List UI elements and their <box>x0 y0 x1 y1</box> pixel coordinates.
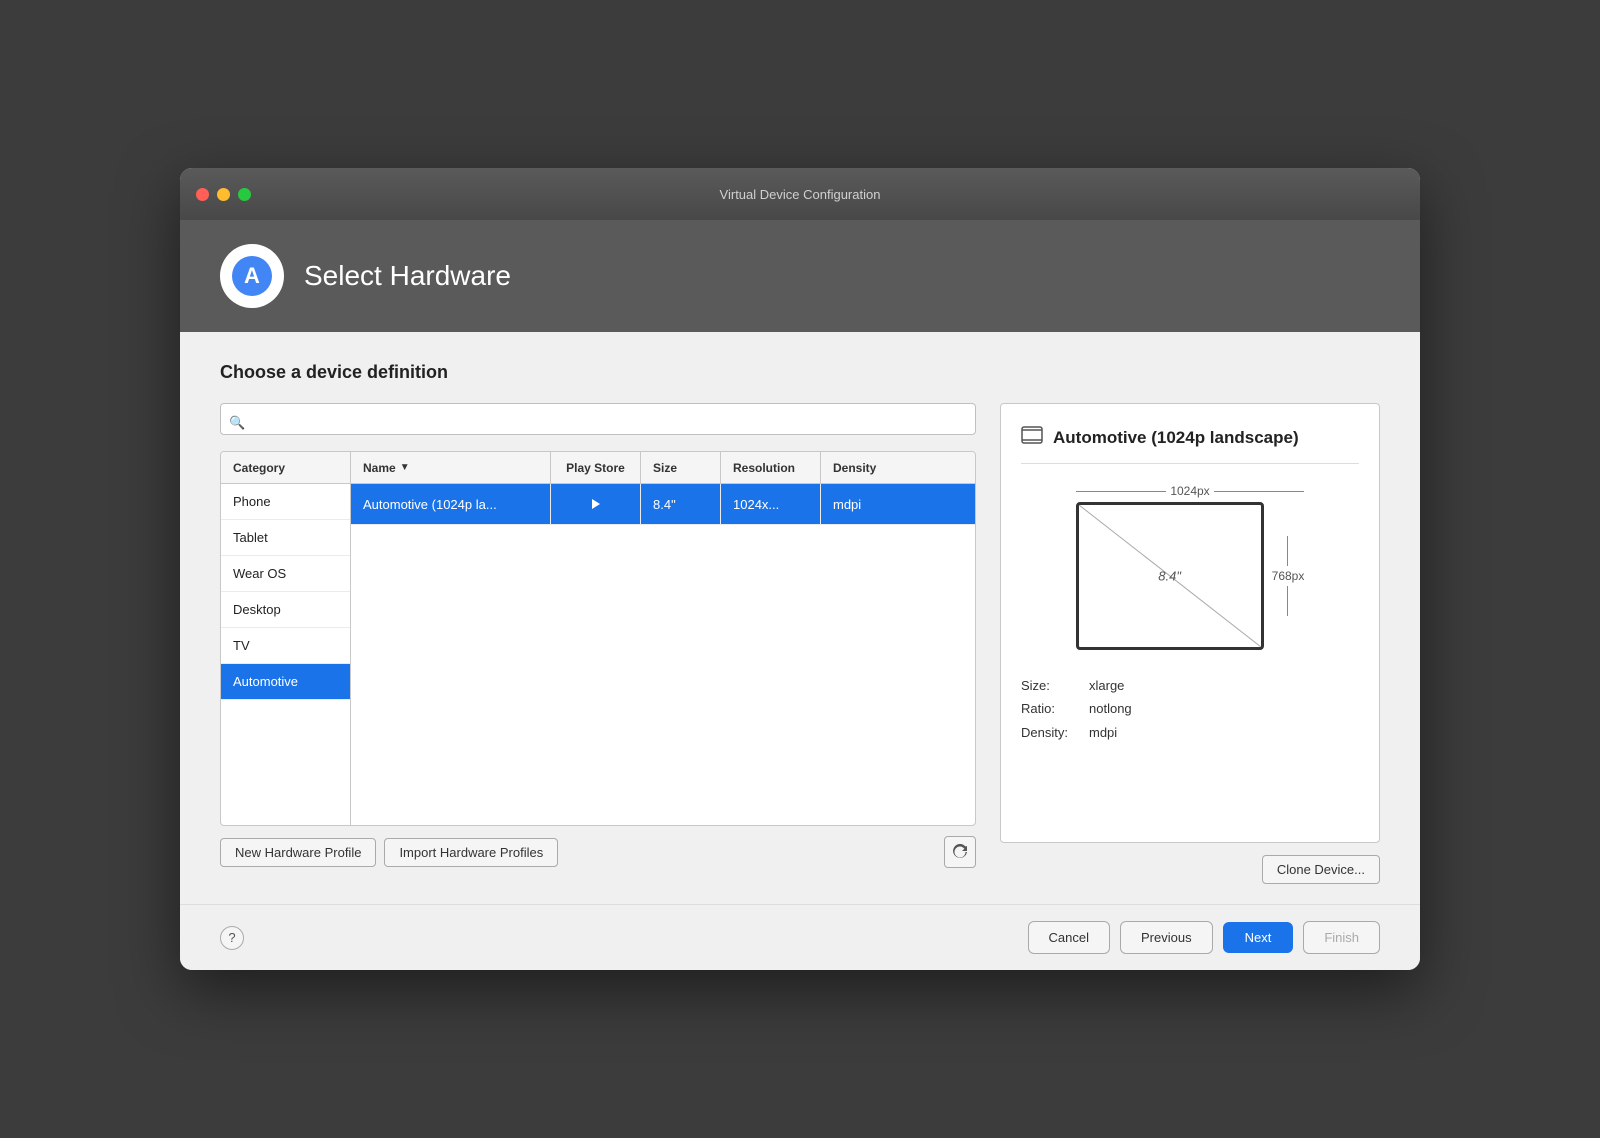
category-item-desktop[interactable]: Desktop <box>221 592 350 628</box>
page-title: Select Hardware <box>304 260 511 292</box>
help-button[interactable]: ? <box>220 926 244 950</box>
col-header-size: Size <box>641 452 721 483</box>
spec-size: Size: xlarge <box>1021 674 1359 697</box>
play-store-icon <box>586 494 606 514</box>
device-resolution-cell: 1024x... <box>721 484 821 524</box>
device-preview-title: Automotive (1024p landscape) <box>1021 424 1359 464</box>
category-item-tv[interactable]: TV <box>221 628 350 664</box>
category-item-automotive[interactable]: Automotive <box>221 664 350 700</box>
col-header-resolution: Resolution <box>721 452 821 483</box>
maximize-button[interactable] <box>238 188 251 201</box>
device-preview-icon <box>1021 424 1043 451</box>
category-item-tablet[interactable]: Tablet <box>221 520 350 556</box>
device-table: Category Phone Tablet Wear OS Desktop TV… <box>220 451 976 826</box>
finish-button[interactable]: Finish <box>1303 921 1380 954</box>
spec-density: Density: mdpi <box>1021 721 1359 744</box>
category-item-wearos[interactable]: Wear OS <box>221 556 350 592</box>
spec-ratio: Ratio: notlong <box>1021 697 1359 720</box>
close-button[interactable] <box>196 188 209 201</box>
screen-diagram: 8.4" <box>1076 502 1264 650</box>
main-window: Virtual Device Configuration A Select Ha… <box>180 168 1420 970</box>
diagonal-label: 8.4" <box>1158 569 1181 584</box>
clone-device-button[interactable]: Clone Device... <box>1262 855 1380 884</box>
minimize-button[interactable] <box>217 188 230 201</box>
svg-text:A: A <box>244 263 260 288</box>
height-dimension: 768px <box>1272 569 1305 583</box>
content-area: Choose a device definition 🔍 Category Ph… <box>180 332 1420 904</box>
footer-actions: Cancel Previous Next Finish <box>1028 921 1380 954</box>
left-panel: 🔍 Category Phone Tablet Wear OS Desktop … <box>220 403 976 884</box>
device-name-cell: Automotive (1024p la... <box>351 484 551 524</box>
devices-column: Name ▼ Play Store Size Resolution <box>351 452 975 825</box>
search-input[interactable] <box>220 403 976 435</box>
title-bar: Virtual Device Configuration <box>180 168 1420 220</box>
col-header-density: Density <box>821 452 975 483</box>
right-panel: Automotive (1024p landscape) 1024px <box>1000 403 1380 884</box>
section-title: Choose a device definition <box>220 362 1380 383</box>
search-wrapper: 🔍 <box>220 403 976 443</box>
table-row[interactable]: Automotive (1024p la... 8.4" 1024x... <box>351 484 975 525</box>
import-hardware-profiles-button[interactable]: Import Hardware Profiles <box>384 838 558 867</box>
app-icon: A <box>220 244 284 308</box>
new-hardware-profile-button[interactable]: New Hardware Profile <box>220 838 376 867</box>
previous-button[interactable]: Previous <box>1120 921 1213 954</box>
device-preview: Automotive (1024p landscape) 1024px <box>1000 403 1380 843</box>
header: A Select Hardware <box>180 220 1420 332</box>
window-title: Virtual Device Configuration <box>720 187 881 202</box>
device-specs: Size: xlarge Ratio: notlong Density: mdp… <box>1021 674 1359 744</box>
footer: ? Cancel Previous Next Finish <box>180 904 1420 970</box>
main-area: 🔍 Category Phone Tablet Wear OS Desktop … <box>220 403 1380 884</box>
refresh-button[interactable] <box>944 836 976 868</box>
col-header-play-store: Play Store <box>551 452 641 483</box>
device-store-cell <box>551 484 641 524</box>
diagram-wrapper: 1024px 8.4" <box>1076 484 1305 650</box>
empty-table-space <box>351 525 975 825</box>
device-density-cell: mdpi <box>821 484 975 524</box>
category-column: Category Phone Tablet Wear OS Desktop TV… <box>221 452 351 825</box>
sort-arrow-icon: ▼ <box>400 462 410 473</box>
devices-header: Name ▼ Play Store Size Resolution <box>351 452 975 484</box>
bottom-buttons: New Hardware Profile Import Hardware Pro… <box>220 836 976 868</box>
cancel-button[interactable]: Cancel <box>1028 921 1110 954</box>
device-diagram: 1024px 8.4" <box>1021 484 1359 650</box>
traffic-lights <box>196 188 251 201</box>
category-header: Category <box>221 452 350 484</box>
device-size-cell: 8.4" <box>641 484 721 524</box>
clone-button-wrapper: Clone Device... <box>1000 855 1380 884</box>
col-header-name[interactable]: Name ▼ <box>351 452 551 483</box>
next-button[interactable]: Next <box>1223 922 1294 953</box>
category-item-phone[interactable]: Phone <box>221 484 350 520</box>
width-dimension: 1024px <box>1170 484 1209 498</box>
android-studio-icon: A <box>230 254 274 298</box>
refresh-icon <box>952 844 968 860</box>
